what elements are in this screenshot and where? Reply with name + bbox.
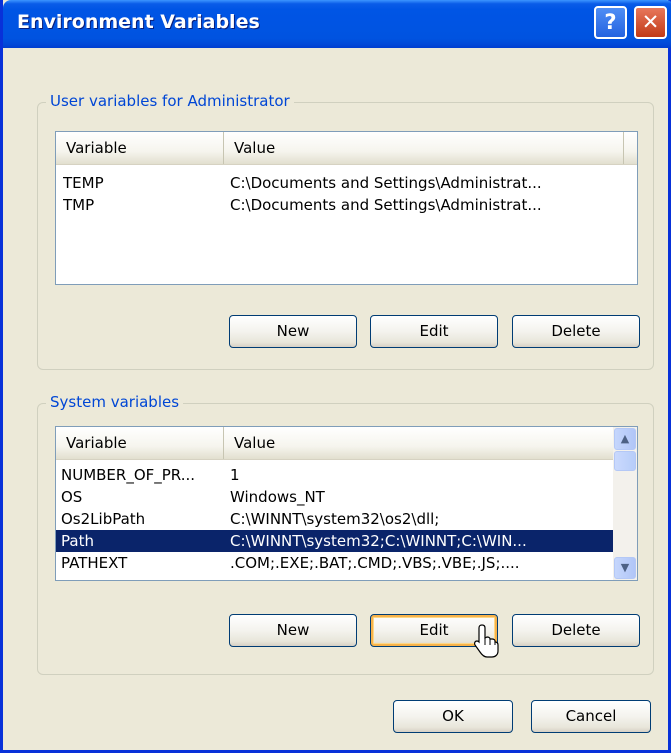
variable-value: C:\Documents and Settings\Administrat... [230,174,542,192]
variable-value: C:\WINNT\system32;C:\WINNT;C:\WIN... [230,532,527,550]
variable-value: 1 [230,466,240,484]
scroll-thumb[interactable] [614,451,636,471]
list-item[interactable]: TMP C:\Documents and Settings\Administra… [56,194,637,216]
close-icon[interactable]: ✕ [634,6,667,39]
system-variables-group: System variables Variable Value NUMBER_O… [37,393,654,675]
list-item[interactable]: TEMP C:\Documents and Settings\Administr… [56,172,637,194]
list-item[interactable]: NUMBER_OF_PR... 1 [56,464,613,486]
system-variables-legend: System variables [46,393,184,411]
system-delete-button[interactable]: Delete [512,614,640,647]
list-item[interactable]: Os2LibPath C:\WINNT\system32\os2\dll; [56,508,613,530]
user-delete-button[interactable]: Delete [512,315,640,348]
ok-button[interactable]: OK [393,700,513,733]
column-header-value[interactable]: Value [224,427,613,459]
variable-name: NUMBER_OF_PR... [61,466,196,484]
variable-name: Os2LibPath [61,510,146,528]
cancel-button[interactable]: Cancel [531,700,651,733]
window-title: Environment Variables [17,11,260,33]
user-new-button[interactable]: New [229,315,357,348]
list-header: Variable Value [56,427,613,460]
user-edit-button[interactable]: Edit [370,315,498,348]
list-item-selected[interactable]: Path C:\WINNT\system32;C:\WINNT;C:\WIN..… [56,530,613,552]
variable-name: TMP [63,196,95,214]
environment-variables-dialog: Environment Variables ? ✕ User variables… [0,0,671,753]
scroll-up-icon[interactable]: ▲ [614,428,636,450]
variable-value: C:\Documents and Settings\Administrat... [230,196,542,214]
list-item[interactable]: PATHEXT .COM;.EXE;.BAT;.CMD;.VBS;.VBE;.J… [56,552,613,574]
variable-value: C:\WINNT\system32\os2\dll; [230,510,440,528]
variable-value: Windows_NT [230,488,325,506]
title-bar[interactable]: Environment Variables ? ✕ [3,0,671,48]
system-variables-list[interactable]: Variable Value NUMBER_OF_PR... 1 OS Wind… [55,426,638,581]
variable-name: PATHEXT [61,554,128,572]
list-item[interactable]: OS Windows_NT [56,486,613,508]
user-variables-list[interactable]: Variable Value TEMP C:\Documents and Set… [55,131,638,285]
help-icon[interactable]: ? [594,6,627,39]
variable-name: OS [61,488,83,506]
user-variables-group: User variables for Administrator Variabl… [37,92,654,370]
list-header: Variable Value [56,132,637,165]
column-header-variable[interactable]: Variable [56,132,224,164]
scroll-down-icon[interactable]: ▼ [614,557,636,579]
vertical-scrollbar[interactable]: ▲ ▼ [613,427,637,580]
system-new-button[interactable]: New [229,614,357,647]
column-header-variable[interactable]: Variable [56,427,224,459]
column-header-value[interactable]: Value [224,132,624,164]
mouse-cursor-icon [474,624,499,658]
user-variables-legend: User variables for Administrator [46,92,294,110]
variable-name: TEMP [63,174,104,192]
variable-value: .COM;.EXE;.BAT;.CMD;.VBS;.VBE;.JS;.... [230,554,520,572]
variable-name: Path [61,532,94,550]
